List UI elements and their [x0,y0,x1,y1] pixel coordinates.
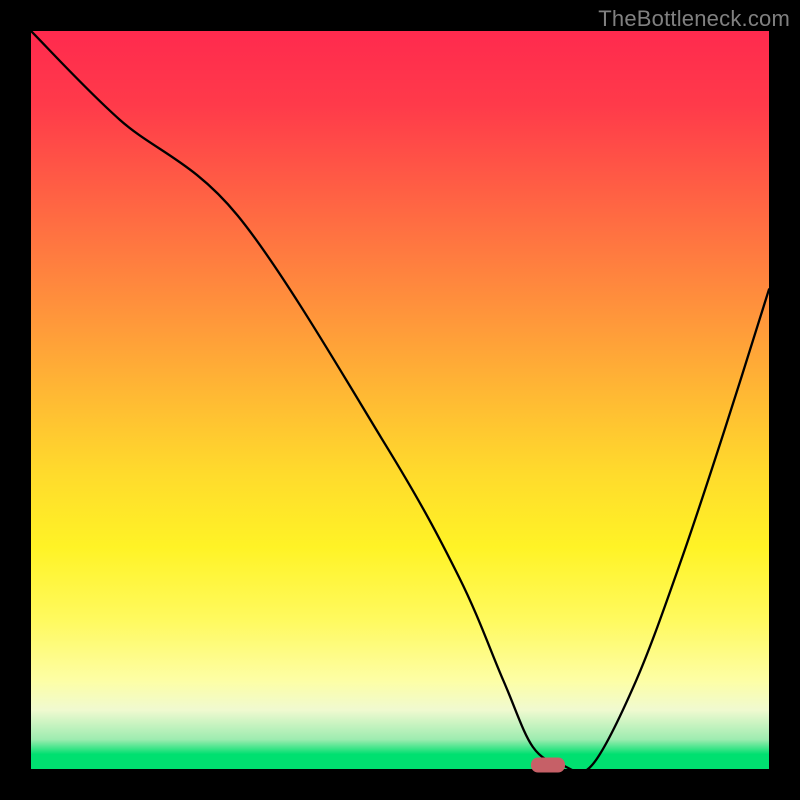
watermark-text: TheBottleneck.com [598,6,790,32]
chart-container: TheBottleneck.com [0,0,800,800]
bottleneck-curve [31,31,769,769]
plot-area [31,31,769,769]
optimal-marker [531,758,565,773]
